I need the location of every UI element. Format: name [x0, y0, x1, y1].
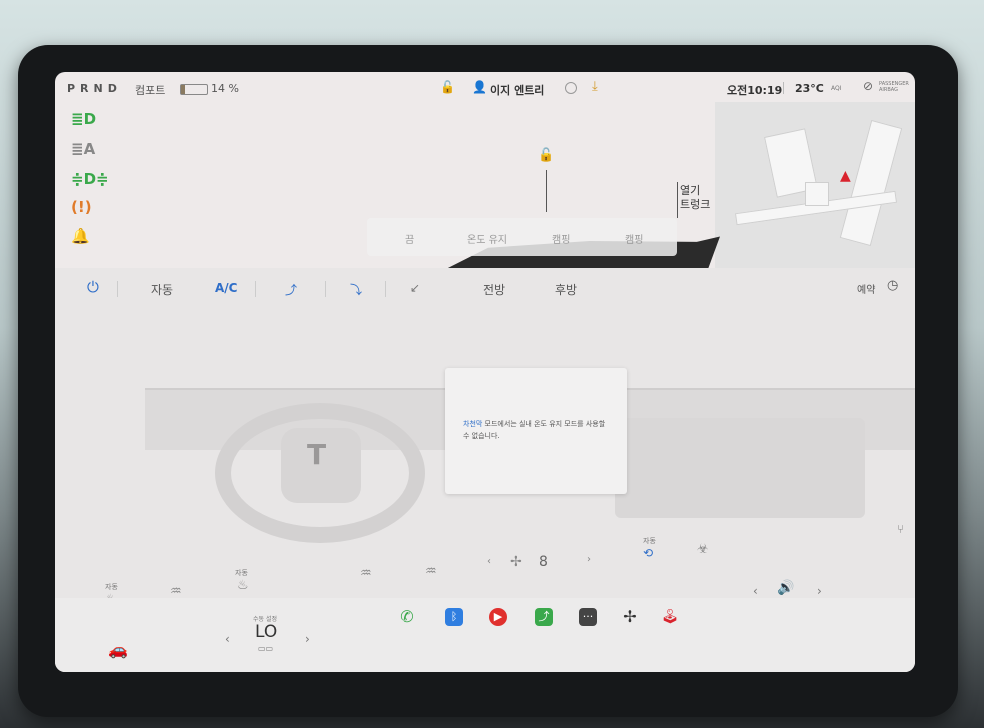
outside-temperature: 23°C	[795, 82, 824, 95]
front-defrost-icon[interactable]: ♒	[425, 564, 437, 579]
climate-toolbar: ⏻ 자동 A/C ⤴ ⤵ ↙ 전방 후방 예약 ◷	[55, 268, 915, 308]
battery-percent: 14 %	[211, 82, 239, 95]
lock-callout-line	[546, 170, 547, 212]
gear-indicator: PRND	[67, 82, 122, 95]
seat-auto-right-label: 자동	[235, 569, 248, 577]
recirc-auto-label: 자동	[643, 537, 656, 545]
front-defrost-button[interactable]: 전방	[483, 281, 505, 298]
fan-speed-value: 8	[539, 554, 548, 570]
seat-heater-driver-icon[interactable]: ♨	[237, 578, 249, 593]
seatbelt-icon: 🔔	[71, 227, 90, 245]
bluetooth-icon[interactable]: ᛒ	[445, 608, 463, 626]
airbag-icon: ⊘	[863, 79, 874, 93]
clock-icon[interactable]: ◷	[887, 278, 898, 293]
camp-button[interactable]: 캠핑	[552, 231, 570, 246]
seat-heat-mini-icon: ▭▭	[258, 644, 274, 653]
drive-mode[interactable]: 컴포트	[135, 82, 165, 98]
airflow-face-feet-icon[interactable]: ⤵	[350, 281, 362, 298]
headlight-icon: ≣D	[71, 110, 97, 128]
unlock-icon[interactable]: 🔓	[440, 80, 455, 94]
map-view[interactable]: ▲	[715, 102, 915, 272]
aqi-label: AQI	[831, 85, 842, 92]
more-apps-icon[interactable]: ···	[579, 608, 597, 626]
temp-decrease-icon[interactable]: ‹	[225, 632, 230, 646]
airflow-face-icon[interactable]: ⤴	[285, 281, 297, 298]
keeper-on-button[interactable]: 온도 유지	[467, 231, 507, 246]
seat-auto-left-label: 자동	[105, 583, 118, 591]
camp-button-2[interactable]: 캠핑	[625, 231, 643, 246]
volume-decrease-icon[interactable]: ‹	[753, 584, 758, 598]
car-icon[interactable]: 🚗	[108, 640, 128, 659]
fan-increase-icon[interactable]: ›	[587, 554, 591, 565]
tire-pressure-icon: (!)	[71, 198, 92, 216]
parking-light-icon: ≑D≑	[71, 170, 109, 188]
tesla-logo-icon: T	[307, 438, 327, 471]
energy-app-icon[interactable]: ⤴	[535, 608, 553, 626]
power-icon[interactable]: ⏻	[87, 278, 99, 296]
recirculate-icon[interactable]: ⟲	[643, 546, 653, 560]
airbag-label: PASSENGER AIRBAG	[879, 81, 909, 93]
popup-highlight: 차천막	[463, 420, 483, 428]
volume-increase-icon[interactable]: ›	[817, 584, 822, 598]
user-icon[interactable]: 👤	[472, 80, 487, 94]
info-popup: 차천막 모드에서는 실내 온도 유지 모드를 사용할 수 없습니다.	[445, 368, 627, 494]
auto-button[interactable]: 자동	[151, 281, 173, 298]
trunk-open-button[interactable]: 열기 트렁크	[680, 184, 710, 212]
volume-icon[interactable]: 🔊	[777, 580, 794, 596]
passenger-seat-icon[interactable]: ⑂	[897, 522, 904, 536]
popup-message: 차천막 모드에서는 실내 온도 유지 모드를 사용할 수 없습니다.	[463, 418, 613, 442]
ac-button[interactable]: A/C	[215, 281, 237, 295]
trunk-callout-line	[677, 182, 678, 218]
touchscreen: PRND 컴포트 14 % 🔓 👤 이지 엔트리 ⤓ 오전10:19 23°C …	[55, 72, 915, 672]
fan-dock-icon[interactable]: ✢	[621, 608, 639, 626]
joystick-icon[interactable]: 🕹	[661, 608, 679, 626]
keeper-off-button[interactable]: 끔	[405, 231, 414, 246]
bottom-dock	[55, 598, 915, 672]
status-divider	[783, 82, 784, 94]
glovebox-model	[615, 418, 865, 518]
climate-keeper-bar: 끔 온도 유지 캠핑 캠핑	[367, 218, 677, 256]
profile-name[interactable]: 이지 엔트리	[490, 82, 544, 98]
trunk-open-label: 열기	[680, 184, 701, 197]
phone-icon[interactable]: ✆	[398, 608, 416, 626]
bioweapon-mode-icon[interactable]: ☣	[697, 542, 709, 557]
clock: 오전10:19	[727, 84, 783, 97]
media-player-icon[interactable]: ▶	[489, 608, 507, 626]
fan-decrease-icon[interactable]: ‹	[487, 556, 491, 567]
auto-headlight-icon: ≣A	[71, 140, 96, 158]
temp-value[interactable]: LO	[255, 622, 277, 642]
navigation-arrow-icon: ▲	[840, 168, 851, 184]
temp-increase-icon[interactable]: ›	[305, 632, 310, 646]
car-unlock-icon[interactable]: 🔓	[538, 148, 554, 163]
airflow-feet-icon[interactable]: ↙	[410, 281, 420, 295]
sentry-icon[interactable]	[565, 82, 577, 94]
popup-body: 모드에서는 실내 온도 유지 모드를 사용할 수 없습니다.	[463, 420, 606, 440]
rear-defrost-button[interactable]: 후방	[555, 281, 577, 298]
fan-icon[interactable]: ✢	[510, 554, 522, 570]
steering-heat-icon[interactable]: ♒	[170, 584, 182, 599]
schedule-button[interactable]: 예약	[857, 281, 875, 296]
rear-defrost-icon[interactable]: ♒	[360, 566, 372, 581]
battery-icon	[180, 84, 208, 95]
download-icon[interactable]: ⤓	[592, 79, 598, 94]
trunk-label: 트렁크	[680, 198, 711, 211]
status-bar: PRND 컴포트 14 % 🔓 👤 이지 엔트리 ⤓ 오전10:19 23°C …	[55, 72, 915, 106]
